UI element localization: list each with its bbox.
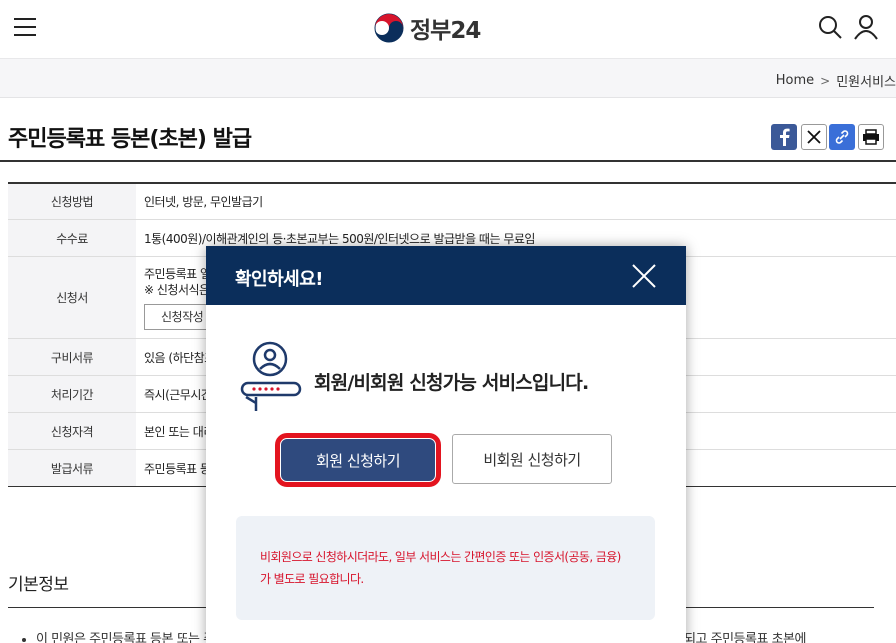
member-id-icon	[240, 341, 302, 411]
table-row: 신청방법 인터넷, 방문, 무인발급기	[8, 184, 896, 220]
gov24-logo[interactable]: 정부24	[374, 11, 481, 45]
section-title: 기본정보	[8, 575, 69, 595]
guest-apply-button[interactable]: 비회원 신청하기	[452, 434, 612, 484]
row-label: 신청자격	[8, 413, 136, 449]
chevron-right-icon: >	[820, 73, 831, 88]
breadcrumb-home[interactable]: Home	[776, 73, 814, 88]
title-divider	[0, 160, 896, 162]
taegeuk-icon	[374, 13, 404, 43]
row-label: 신청서	[8, 257, 136, 338]
bullet-icon	[22, 637, 26, 642]
logo-text: 정부24	[410, 18, 481, 44]
breadcrumb-current[interactable]: 민원서비스	[836, 71, 896, 90]
row-label: 처리기간	[8, 376, 136, 412]
menu-icon[interactable]	[14, 18, 36, 36]
user-icon[interactable]	[852, 13, 880, 41]
dialog-message: 회원/비회원 신청가능 서비스입니다.	[314, 372, 589, 394]
row-label: 신청방법	[8, 184, 136, 219]
row-label: 수수료	[8, 220, 136, 256]
link-share-icon[interactable]	[829, 124, 855, 150]
breadcrumb-bar: Home > 민원서비스	[0, 58, 896, 98]
print-icon[interactable]	[858, 124, 884, 150]
row-label: 구비서류	[8, 339, 136, 375]
row-label: 발급서류	[8, 450, 136, 486]
confirm-dialog: 확인하세요! 회원/비회원 신청가능 서비스입니다. 회원 신청하기 비회원 신…	[206, 246, 686, 643]
dialog-title: 확인하세요!	[235, 269, 324, 290]
page-title: 주민등록표 등본(초본) 발급	[8, 127, 252, 152]
facebook-share-icon[interactable]	[771, 124, 797, 150]
dialog-header: 확인하세요!	[206, 246, 686, 305]
member-apply-button[interactable]: 회원 신청하기	[275, 433, 441, 487]
notice-line-1: 비회원으로 신청하시더라도, 일부 서비스는 간편인증 또는 인증서(공동, 금…	[260, 550, 621, 564]
x-share-icon[interactable]	[801, 124, 827, 150]
breadcrumb: Home > 민원서비스	[776, 71, 896, 90]
basic-info-left: 이 민원은 주민등록표 등본 또는 주	[36, 632, 215, 643]
form-note-text: ※ 신청서식은	[144, 283, 210, 297]
row-value: 인터넷, 방문, 무인발급기	[144, 195, 263, 209]
notice-line-2: 가 별도로 필요합니다.	[260, 572, 364, 586]
application-form-text: 주민등록표 열	[144, 267, 211, 281]
close-icon[interactable]	[632, 264, 656, 288]
top-header: 정부24	[0, 0, 896, 58]
member-apply-label: 회원 신청하기	[281, 439, 435, 481]
notice-box: 비회원으로 신청하시더라도, 일부 서비스는 간편인증 또는 인증서(공동, 금…	[236, 516, 655, 620]
search-icon[interactable]	[816, 13, 844, 41]
